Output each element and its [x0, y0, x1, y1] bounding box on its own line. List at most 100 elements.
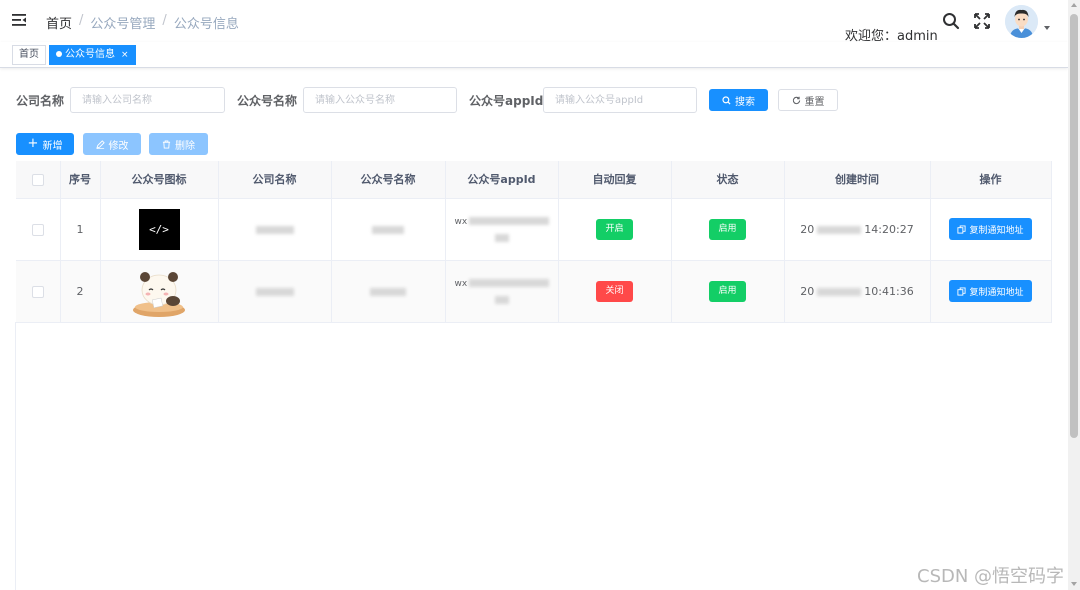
column-header: 公众号名称 [331, 161, 446, 199]
copy-notify-url-button[interactable]: 复制通知地址 [949, 280, 1032, 302]
scroll-down-icon[interactable] [1071, 582, 1077, 586]
tag-account-info[interactable]: 公众号信息 × [49, 45, 136, 65]
page-scrollbar[interactable] [1068, 0, 1080, 590]
select-all-cell [16, 161, 61, 199]
row-index: 1 [60, 198, 101, 261]
tag-account-info-label: 公众号信息 [65, 49, 115, 60]
status-cell: 启用 [671, 260, 785, 323]
search-icon [722, 95, 731, 105]
panda-avatar-icon [133, 272, 185, 317]
company-name-label: 公司名称 [16, 94, 65, 108]
copy-notify-url-button[interactable]: 复制通知地址 [949, 218, 1032, 240]
search-icon[interactable] [942, 12, 960, 30]
tags-view: 首页 公众号信息 × [0, 42, 1068, 68]
scrollbar-thumb[interactable] [1070, 14, 1078, 438]
copy-button-label: 复制通知地址 [969, 225, 1024, 236]
watermark: CSDN @悟空码字 [917, 566, 1065, 587]
reset-button-label: 重置 [804, 96, 825, 108]
hamburger-icon[interactable] [12, 14, 26, 26]
blurred-text [494, 234, 509, 242]
auto-reply-cell: 关闭 [558, 260, 672, 323]
active-dot-icon [56, 51, 62, 57]
column-header: 创建时间 [784, 161, 931, 199]
appid-label: 公众号appId [469, 94, 544, 108]
account-table: 序号 公众号图标 公司名称 公众号名称 公众号appId 自动回复 状态 创建时… [16, 161, 1052, 323]
company-name-cell [218, 198, 332, 261]
status-badge: 启用 [709, 218, 746, 240]
blurred-text [370, 287, 406, 296]
breadcrumb: 首页 / 公众号管理 / 公众号信息 [46, 13, 239, 32]
delete-button[interactable]: 删除 [149, 133, 208, 155]
table-row: 1 </> wx 开启 启用 20 14:20:27 复制通知地址 [16, 198, 1052, 261]
trash-icon [162, 139, 171, 149]
account-name-cell [331, 260, 446, 323]
scroll-up-icon[interactable] [1071, 3, 1077, 7]
search-button-label: 搜索 [735, 96, 755, 108]
column-header: 公司名称 [218, 161, 332, 199]
row-icon-cell [100, 260, 219, 323]
table-row: 2 wx 关闭 启用 20 10:41:36 复制通知地址 [16, 260, 1052, 323]
copy-icon [957, 224, 967, 234]
appid-prefix: wx [454, 217, 468, 227]
code-logo-icon: </> [138, 208, 180, 250]
column-header: 公众号appId [445, 161, 559, 199]
blurred-text [817, 225, 862, 234]
auto-reply-badge: 关闭 [596, 280, 633, 302]
add-button[interactable]: + 新增 [16, 133, 74, 155]
blurred-text [255, 225, 294, 234]
copy-button-label: 复制通知地址 [969, 287, 1024, 298]
navbar: 首页 / 公众号管理 / 公众号信息 欢迎您：admin [0, 0, 1080, 44]
refresh-icon [792, 96, 800, 104]
time-suffix: 10:41:36 [864, 284, 914, 298]
column-header: 操作 [930, 161, 1052, 199]
edit-button-label: 修改 [108, 140, 129, 152]
fullscreen-icon[interactable] [973, 12, 991, 30]
select-all-checkbox[interactable] [31, 173, 44, 186]
created-time-cell: 20 14:20:27 [784, 198, 931, 261]
blurred-text [817, 287, 862, 296]
table-left-border [15, 322, 16, 590]
blurred-text [372, 225, 404, 234]
column-header: 序号 [60, 161, 101, 199]
account-name-label: 公众号名称 [237, 94, 298, 108]
auto-reply-cell: 开启 [558, 198, 672, 261]
breadcrumb-home[interactable]: 首页 [46, 13, 72, 32]
appid-cell: wx [445, 198, 559, 261]
avatar[interactable] [1005, 5, 1038, 38]
account-name-input[interactable] [303, 87, 457, 113]
plus-icon: + [27, 136, 39, 151]
row-checkbox[interactable] [31, 223, 44, 236]
company-name-input[interactable] [70, 87, 225, 113]
company-name-cell [218, 260, 332, 323]
blurred-text [255, 287, 294, 296]
row-select-cell [16, 260, 61, 323]
column-header: 自动回复 [558, 161, 672, 199]
row-checkbox[interactable] [31, 285, 44, 298]
time-suffix: 14:20:27 [864, 222, 914, 236]
time-prefix: 20 [800, 284, 815, 298]
blurred-text [469, 279, 550, 287]
close-icon[interactable]: × [121, 50, 129, 60]
appid-input[interactable] [543, 87, 697, 113]
delete-button-label: 删除 [175, 140, 195, 152]
copy-icon [957, 286, 967, 296]
status-cell: 启用 [671, 198, 785, 261]
user-avatar-icon [1005, 5, 1038, 38]
reset-button[interactable]: 重置 [778, 89, 838, 111]
tag-home[interactable]: 首页 [12, 45, 46, 65]
action-cell: 复制通知地址 [930, 260, 1052, 323]
blurred-text [469, 217, 550, 225]
blurred-text [494, 296, 509, 304]
add-button-label: 新增 [42, 140, 63, 152]
edit-icon [95, 139, 105, 149]
status-badge: 启用 [709, 280, 746, 302]
row-icon-cell: </> [100, 198, 219, 261]
breadcrumb-separator: / [79, 13, 84, 28]
edit-button[interactable]: 修改 [83, 133, 141, 155]
caret-down-icon[interactable] [1044, 26, 1050, 30]
appid-cell: wx [445, 260, 559, 323]
appid-prefix: wx [454, 279, 468, 289]
breadcrumb-account-management: 公众号管理 [90, 17, 156, 32]
search-button[interactable]: 搜索 [709, 89, 768, 111]
column-header: 公众号图标 [100, 161, 219, 199]
